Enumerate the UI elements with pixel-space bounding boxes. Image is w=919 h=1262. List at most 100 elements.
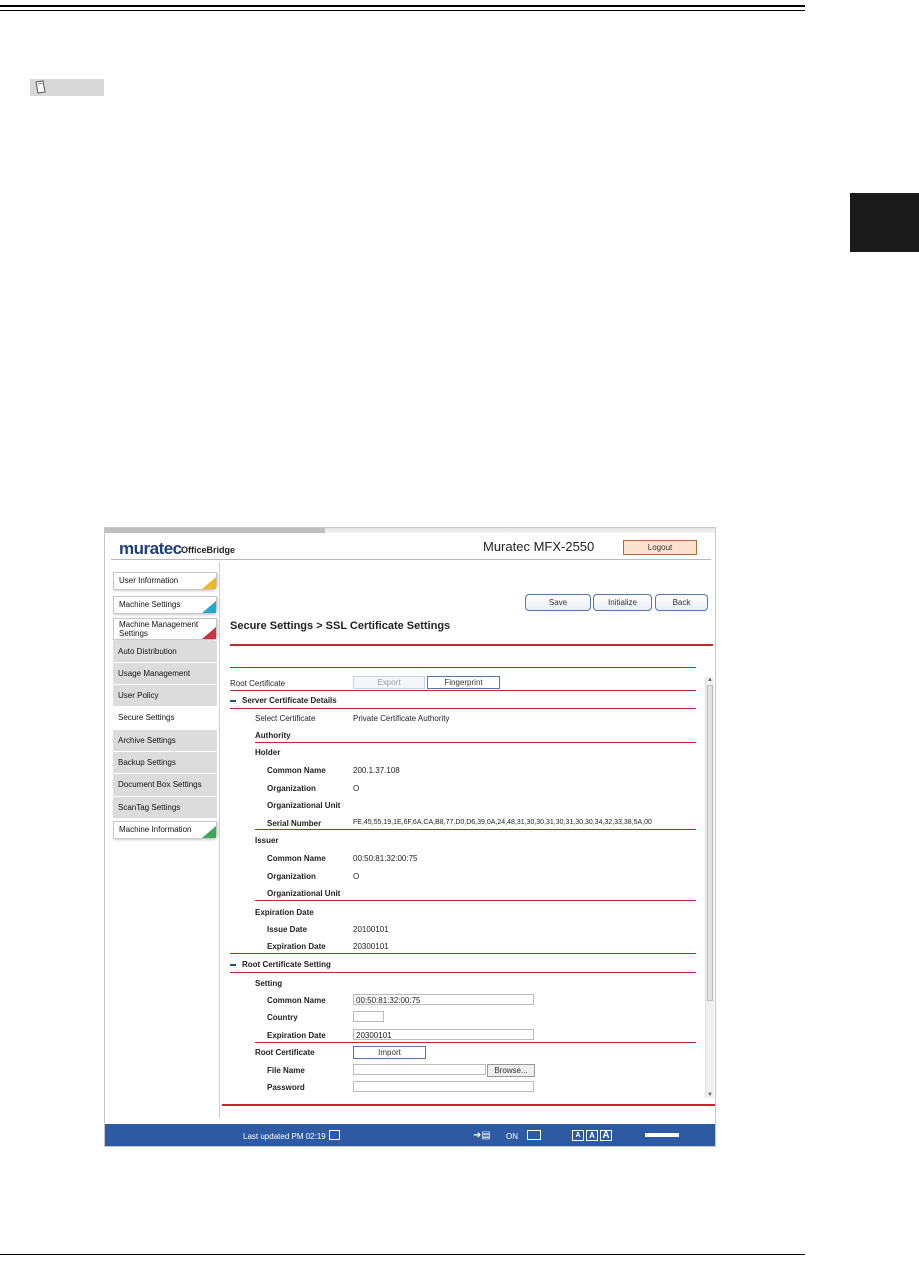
root-cert-import-label: Root Certificate xyxy=(255,1048,315,1057)
sidebar-item-machine-management-settings[interactable]: Machine Management Settings xyxy=(113,618,217,640)
sidebar-item-user-information[interactable]: User Information xyxy=(113,572,217,590)
country-field[interactable] xyxy=(353,1011,384,1022)
status-bar: Last updated PM 02:19 ➜▤ ON A A A xyxy=(105,1124,715,1146)
row-divider xyxy=(255,900,696,901)
issuer-organization-label: Organization xyxy=(267,872,316,881)
sidebar-item-archive-settings[interactable]: Archive Settings xyxy=(113,730,217,752)
issue-date-value: 20100101 xyxy=(353,925,389,934)
product-name: OfficeBridge xyxy=(181,545,236,555)
sidebar-item-machine-settings[interactable]: Machine Settings xyxy=(113,596,217,614)
sidebar-item-label: Backup Settings xyxy=(118,758,176,767)
file-name-label: File Name xyxy=(267,1066,305,1075)
sidebar-item-label: ScanTag Settings xyxy=(118,803,181,812)
logout-button[interactable]: Logout xyxy=(623,540,697,555)
issuer-label: Issuer xyxy=(255,836,279,845)
holder-org-unit-label: Organizational Unit xyxy=(267,801,341,810)
title-divider xyxy=(230,644,713,646)
sidebar-item-user-policy[interactable]: User Policy xyxy=(113,685,217,707)
setting-common-name-label: Common Name xyxy=(267,996,326,1005)
content-bottom-rule xyxy=(222,1104,715,1106)
top-rule-thin xyxy=(0,10,805,11)
sidebar-item-label: Machine Information xyxy=(119,825,192,834)
row-divider xyxy=(230,708,696,709)
sidebar-item-label: User Information xyxy=(119,576,179,585)
chapter-tab xyxy=(850,193,919,252)
row-divider xyxy=(230,953,696,954)
row-divider xyxy=(255,829,696,830)
root-certificate-label: Root Certificate xyxy=(230,679,286,688)
sidebar-item-label: Document Box Settings xyxy=(118,780,202,789)
sidebar-item-label: Auto Distribution xyxy=(118,647,177,656)
sidebar-item-label: Machine Management Settings xyxy=(119,620,199,638)
issuer-org-unit-label: Organizational Unit xyxy=(267,889,341,898)
issuer-organization-value: O xyxy=(353,872,360,881)
collapse-icon[interactable] xyxy=(230,700,236,702)
sidebar-item-machine-information[interactable]: Machine Information xyxy=(113,821,217,839)
sidebar-item-label: Archive Settings xyxy=(118,736,176,745)
tab-corner-icon xyxy=(202,601,216,613)
select-certificate-label: Select Certificate xyxy=(255,714,316,723)
back-button[interactable]: Back xyxy=(655,594,708,611)
network-icon: ➜▤ xyxy=(473,1130,491,1141)
sidebar-item-backup-settings[interactable]: Backup Settings xyxy=(113,752,217,774)
browse-button[interactable]: Browse... xyxy=(487,1064,535,1077)
setting-expiration-label: Expiration Date xyxy=(267,1031,326,1040)
row-divider xyxy=(230,972,696,973)
password-field[interactable] xyxy=(353,1081,534,1092)
serial-number-label: Serial Number xyxy=(267,819,322,828)
issue-date-label: Issue Date xyxy=(267,925,308,934)
font-medium-button[interactable]: A xyxy=(586,1130,598,1141)
expiration-date-value: 20300101 xyxy=(353,942,389,951)
font-small-button[interactable]: A xyxy=(572,1130,584,1141)
row-divider xyxy=(255,1042,696,1043)
window-top-bar xyxy=(105,528,715,533)
sidebar-item-secure-settings[interactable]: Secure Settings xyxy=(113,707,217,730)
export-button[interactable]: Export xyxy=(353,676,425,689)
password-label: Password xyxy=(267,1083,305,1092)
scroll-up-icon[interactable]: ▲ xyxy=(707,677,713,683)
last-updated-text: Last updated PM 02:19 xyxy=(243,1132,326,1141)
sidebar-item-auto-distribution[interactable]: Auto Distribution xyxy=(113,641,217,663)
authority-label: Authority xyxy=(255,731,291,740)
expiration-date-field[interactable]: 20300101 xyxy=(353,1029,534,1040)
root-setting-heading: Root Certificate Setting xyxy=(242,960,331,969)
connection-toggle-icon[interactable] xyxy=(527,1130,541,1140)
sidebar-item-document-box-settings[interactable]: Document Box Settings xyxy=(113,774,217,797)
setting-label: Setting xyxy=(255,979,283,988)
server-details-heading: Server Certificate Details xyxy=(242,696,337,705)
save-button[interactable]: Save xyxy=(525,594,591,611)
top-rule xyxy=(0,5,805,7)
holder-organization-value: O xyxy=(353,784,360,793)
row-divider xyxy=(230,690,696,691)
bottom-rule xyxy=(0,1254,805,1255)
select-certificate-value: Private Certificate Authority xyxy=(353,714,450,723)
sidebar-item-label: User Policy xyxy=(118,691,159,700)
scroll-down-icon[interactable]: ▼ xyxy=(707,1092,713,1098)
tab-corner-icon xyxy=(202,826,216,838)
initialize-button[interactable]: Initialize xyxy=(593,594,652,611)
fingerprint-button[interactable]: Fingerprint xyxy=(427,676,500,689)
sidebar-item-usage-management[interactable]: Usage Management xyxy=(113,663,217,685)
page-title: Secure Settings > SSL Certificate Settin… xyxy=(230,620,451,632)
expiration-date-label: Expiration Date xyxy=(267,942,326,951)
holder-common-name-value: 200.1.37.108 xyxy=(353,766,400,775)
model-name: Muratec MFX-2550 xyxy=(483,539,595,554)
serial-number-value: FE,45,55,19,1E,6F,6A,CA,B8,77,D0,D6,39,0… xyxy=(353,819,652,826)
on-label: ON xyxy=(506,1132,518,1141)
content-divider xyxy=(230,667,696,668)
font-large-button[interactable]: A xyxy=(600,1130,612,1141)
refresh-icon[interactable] xyxy=(329,1130,340,1140)
common-name-field[interactable]: 00:50:81:32:00:75 xyxy=(353,994,534,1005)
file-name-field[interactable] xyxy=(353,1064,486,1075)
import-button[interactable]: Import xyxy=(353,1046,426,1059)
brand-logo: muratec xyxy=(119,539,182,558)
issuer-common-name-label: Common Name xyxy=(267,854,326,863)
scroll-thumb[interactable] xyxy=(707,685,713,1001)
expiration-heading: Expiration Date xyxy=(255,908,314,917)
sidebar-item-scantag-settings[interactable]: ScanTag Settings xyxy=(113,797,217,819)
screenshot-window: muratec OfficeBridge Muratec MFX-2550 Lo… xyxy=(104,527,716,1147)
issuer-common-name-value: 00:50:81:32:00:75 xyxy=(353,854,418,863)
collapse-icon[interactable] xyxy=(230,964,236,966)
sidebar-item-label: Secure Settings xyxy=(118,713,175,722)
scrollbar[interactable]: ▲ ▼ xyxy=(705,677,714,1098)
